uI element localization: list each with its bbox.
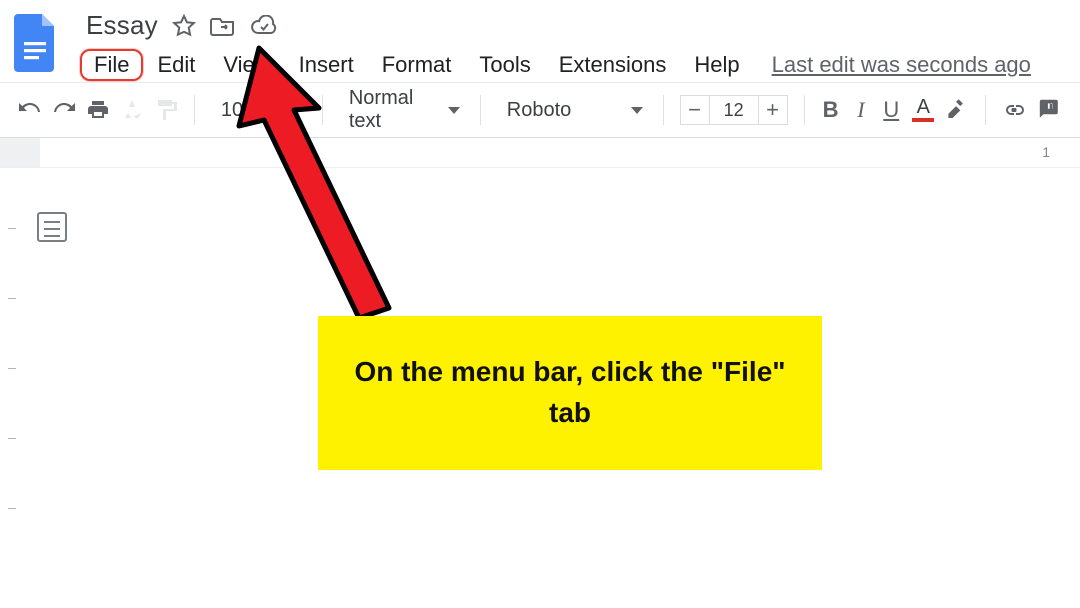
title-row: Essay (80, 8, 1070, 41)
vertical-ruler[interactable] (4, 168, 20, 608)
bold-button[interactable]: B (820, 97, 840, 123)
paint-format-icon[interactable] (154, 96, 178, 124)
menu-edit[interactable]: Edit (143, 49, 209, 81)
toolbar-separator (322, 95, 323, 125)
star-icon[interactable] (172, 14, 196, 38)
undo-icon[interactable] (18, 96, 42, 124)
font-size-value[interactable]: 12 (710, 95, 758, 125)
menu-help[interactable]: Help (680, 49, 753, 81)
redo-icon[interactable] (52, 96, 76, 124)
menubar: File Edit View Insert Format Tools Exten… (80, 49, 1070, 81)
editor-area: On the menu bar, click the "File" tab (0, 168, 1080, 608)
menu-view[interactable]: View (209, 49, 284, 81)
menu-file[interactable]: File (80, 49, 143, 81)
text-color-button[interactable]: A (911, 98, 935, 122)
toolbar-separator (985, 95, 986, 125)
paragraph-style-dropdown[interactable]: Normal text (339, 87, 464, 133)
comment-icon[interactable] (1038, 96, 1062, 124)
font-family-value: Roboto (501, 99, 578, 122)
title-area: Essay File Edit View Insert Format Tools… (80, 8, 1070, 81)
menu-tools[interactable]: Tools (465, 49, 544, 81)
document-page[interactable]: On the menu bar, click the "File" tab (84, 168, 1080, 608)
move-folder-icon[interactable] (210, 14, 236, 38)
horizontal-ruler[interactable]: 1 (0, 138, 1080, 168)
underline-button[interactable]: U (881, 97, 901, 123)
caret-down-icon (631, 107, 643, 114)
link-icon[interactable] (1002, 96, 1028, 124)
print-icon[interactable] (86, 96, 110, 124)
italic-button[interactable]: I (851, 97, 871, 123)
toolbar-separator (480, 95, 481, 125)
font-size-decrease[interactable]: − (680, 95, 710, 125)
menu-format[interactable]: Format (368, 49, 466, 81)
outline-toggle[interactable] (20, 168, 84, 608)
caret-down-icon (290, 107, 302, 114)
zoom-value: 100% (215, 99, 278, 122)
font-size-control: − 12 + (680, 95, 788, 125)
outline-icon (37, 212, 67, 242)
spellcheck-icon[interactable] (120, 96, 144, 124)
document-title[interactable]: Essay (86, 10, 158, 41)
docs-logo[interactable] (10, 8, 62, 78)
paragraph-style-value: Normal text (343, 87, 436, 133)
cloud-status-icon[interactable] (250, 15, 278, 37)
highlight-icon[interactable] (945, 96, 969, 124)
caret-down-icon (448, 107, 460, 114)
ruler-marker: 1 (1042, 144, 1050, 160)
font-family-dropdown[interactable]: Roboto (497, 99, 647, 122)
toolbar-separator (804, 95, 805, 125)
toolbar: 100% Normal text Roboto − 12 + B I U A (0, 82, 1080, 138)
font-size-increase[interactable]: + (758, 95, 788, 125)
last-edit-link[interactable]: Last edit was seconds ago (772, 52, 1031, 78)
zoom-dropdown[interactable]: 100% (211, 99, 306, 122)
menu-insert[interactable]: Insert (285, 49, 368, 81)
annotation-callout: On the menu bar, click the "File" tab (318, 316, 822, 470)
menu-extensions[interactable]: Extensions (545, 49, 681, 81)
toolbar-separator (663, 95, 664, 125)
titlebar: Essay File Edit View Insert Format Tools… (0, 0, 1080, 82)
toolbar-separator (194, 95, 195, 125)
